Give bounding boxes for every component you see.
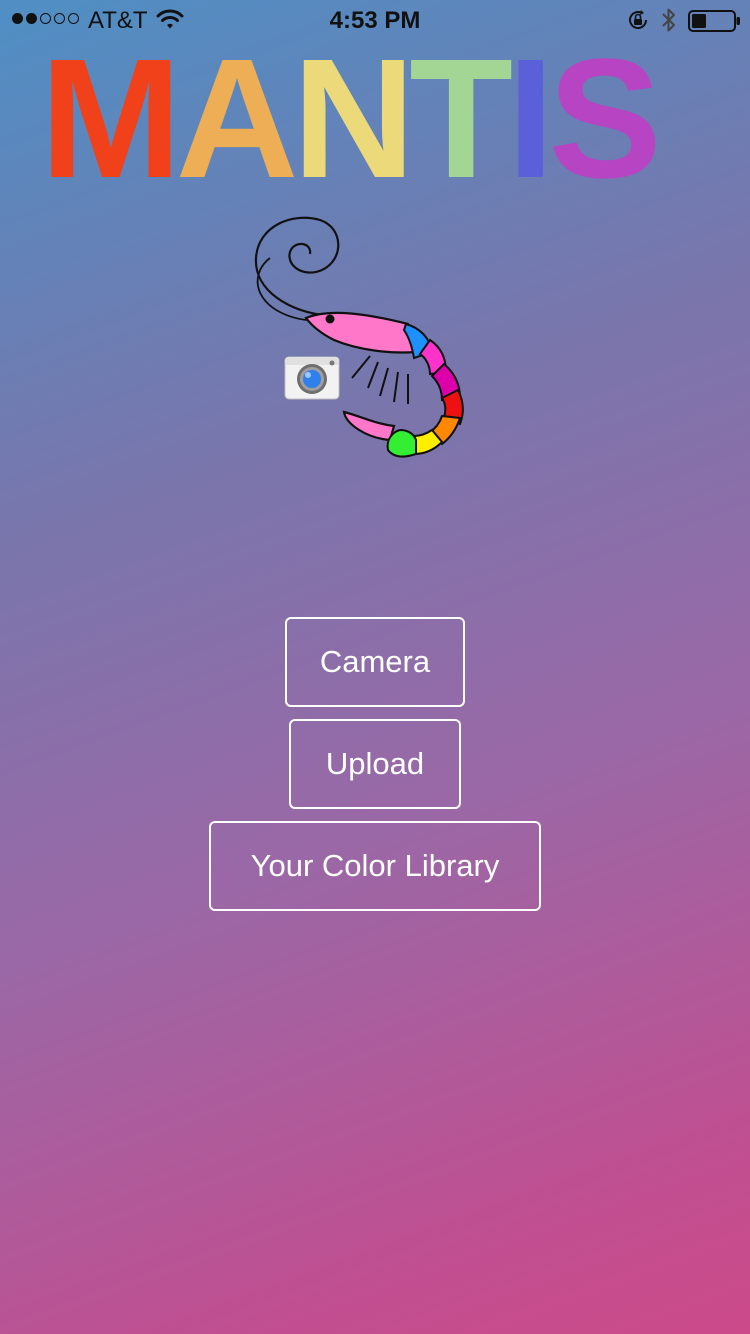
battery-icon <box>688 10 740 32</box>
logo-letter-t: T <box>409 24 513 214</box>
logo-letter-n: N <box>292 24 415 214</box>
camera-icon <box>284 356 340 400</box>
logo-letter-i: I <box>507 24 554 214</box>
bluetooth-icon <box>662 8 675 32</box>
color-library-button[interactable]: Your Color Library <box>209 821 541 911</box>
logo-letter-m: M <box>40 24 182 214</box>
upload-button[interactable]: Upload <box>289 719 461 809</box>
logo-letter-a: A <box>175 24 299 214</box>
app-logo: MANTIS <box>40 24 720 214</box>
camera-button[interactable]: Camera <box>285 617 465 707</box>
shrimp-icon <box>254 216 464 458</box>
logo-letter-s: S <box>548 24 661 214</box>
